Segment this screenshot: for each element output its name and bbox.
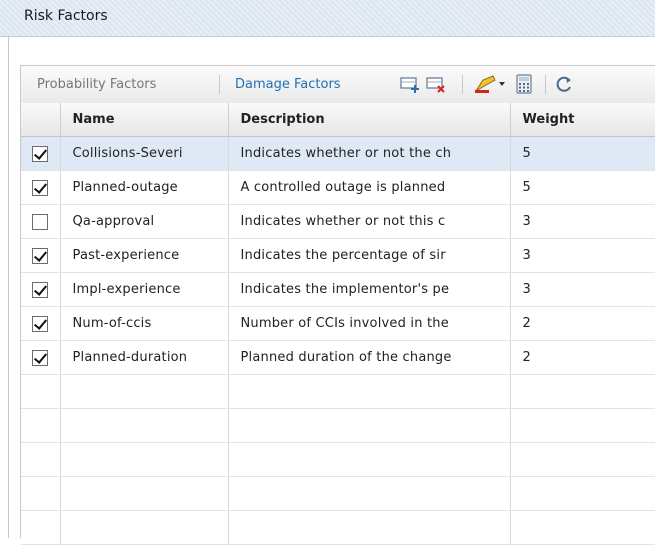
table-row[interactable]: Collisions-Severi Indicates whether or no… — [21, 136, 655, 171]
tab-probability-factors[interactable]: Probability Factors — [37, 77, 156, 92]
highlight-dropdown-icon[interactable] — [473, 74, 507, 94]
checkbox-cell — [21, 204, 61, 239]
row-checkbox[interactable] — [32, 179, 49, 196]
table-row[interactable]: Num-of-ccis Number of CCIs involved in th… — [21, 306, 655, 341]
empty-cell — [228, 374, 511, 409]
description-cell[interactable]: Indicates the implementor's pe — [228, 272, 511, 307]
tab-damage-factors[interactable]: Damage Factors — [235, 77, 341, 92]
description-cell[interactable]: A controlled outage is planned — [228, 170, 511, 205]
column-header-description[interactable]: Description — [228, 103, 511, 137]
table-row[interactable]: Qa-approval Indicates whether or not this… — [21, 204, 655, 239]
weight-cell[interactable]: 2 — [510, 340, 655, 375]
name-cell[interactable]: Qa-approval — [60, 204, 229, 239]
empty-cell — [60, 476, 229, 511]
name-cell[interactable]: Num-of-ccis — [60, 306, 229, 341]
empty-cell — [510, 408, 655, 443]
checkbox-cell — [21, 340, 61, 375]
row-checkbox[interactable] — [32, 281, 49, 298]
grid-header-row: Name Description Weight — [21, 103, 655, 137]
checkbox-cell — [21, 136, 61, 171]
checkbox-cell — [21, 170, 61, 205]
frame-border — [8, 36, 9, 538]
empty-row — [21, 442, 655, 477]
calculator-icon[interactable] — [514, 74, 534, 94]
name-cell[interactable]: Past-experience — [60, 238, 229, 273]
risk-factors-grid: Name Description Weight Collisions-Sever… — [21, 103, 655, 545]
weight-cell[interactable]: 3 — [510, 204, 655, 239]
empty-row — [21, 374, 655, 409]
empty-cell — [60, 374, 229, 409]
name-cell[interactable]: Impl-experience — [60, 272, 229, 307]
weight-cell[interactable]: 3 — [510, 238, 655, 273]
name-cell[interactable]: Collisions-Severi — [60, 136, 229, 171]
empty-cell — [228, 510, 511, 545]
empty-row — [21, 476, 655, 511]
table-row[interactable]: Planned-outage A controlled outage is pla… — [21, 170, 655, 205]
description-cell[interactable]: Indicates whether or not this c — [228, 204, 511, 239]
empty-cell — [21, 476, 61, 511]
table-row[interactable]: Impl-experience Indicates the implementor… — [21, 272, 655, 307]
empty-cell — [228, 476, 511, 511]
add-row-icon[interactable] — [399, 74, 421, 94]
panel-title: Risk Factors — [24, 8, 108, 24]
weight-cell[interactable]: 5 — [510, 136, 655, 171]
table-row[interactable]: Past-experience Indicates the percentage … — [21, 238, 655, 273]
empty-cell — [60, 442, 229, 477]
table-row[interactable]: Planned-duration Planned duration of the … — [21, 340, 655, 375]
toolbar-separator — [462, 75, 463, 94]
delete-row-icon[interactable] — [425, 74, 447, 94]
row-checkbox[interactable] — [32, 247, 49, 264]
toolbar-separator — [545, 75, 546, 94]
empty-cell — [21, 442, 61, 477]
risk-factors-panel: Probability Factors Damage Factors Name … — [20, 65, 655, 545]
toolbar-separator — [219, 75, 220, 94]
refresh-icon[interactable] — [553, 74, 575, 94]
column-header-name[interactable]: Name — [60, 103, 229, 137]
empty-cell — [60, 408, 229, 443]
weight-cell[interactable]: 5 — [510, 170, 655, 205]
empty-cell — [510, 510, 655, 545]
row-checkbox[interactable] — [32, 145, 49, 162]
empty-cell — [60, 510, 229, 545]
empty-cell — [510, 374, 655, 409]
checkbox-cell — [21, 238, 61, 273]
description-cell[interactable]: Planned duration of the change — [228, 340, 511, 375]
column-header-weight[interactable]: Weight — [510, 103, 655, 137]
name-cell[interactable]: Planned-duration — [60, 340, 229, 375]
empty-cell — [510, 442, 655, 477]
row-checkbox[interactable] — [32, 213, 49, 230]
weight-cell[interactable]: 2 — [510, 306, 655, 341]
row-checkbox[interactable] — [32, 315, 49, 332]
description-cell[interactable]: Indicates whether or not the ch — [228, 136, 511, 171]
empty-cell — [510, 476, 655, 511]
weight-cell[interactable]: 3 — [510, 272, 655, 307]
grid-body: Collisions-Severi Indicates whether or no… — [21, 136, 655, 545]
empty-cell — [21, 374, 61, 409]
row-checkbox[interactable] — [32, 349, 49, 366]
description-cell[interactable]: Indicates the percentage of sir — [228, 238, 511, 273]
empty-row — [21, 510, 655, 545]
grid-toolbar: Probability Factors Damage Factors — [21, 66, 655, 104]
checkbox-cell — [21, 272, 61, 307]
empty-cell — [21, 510, 61, 545]
empty-cell — [228, 442, 511, 477]
panel-header: Risk Factors — [0, 0, 655, 37]
empty-cell — [21, 408, 61, 443]
empty-cell — [228, 408, 511, 443]
checkbox-column-header — [21, 103, 61, 137]
empty-row — [21, 408, 655, 443]
name-cell[interactable]: Planned-outage — [60, 170, 229, 205]
checkbox-cell — [21, 306, 61, 341]
description-cell[interactable]: Number of CCIs involved in the — [228, 306, 511, 341]
